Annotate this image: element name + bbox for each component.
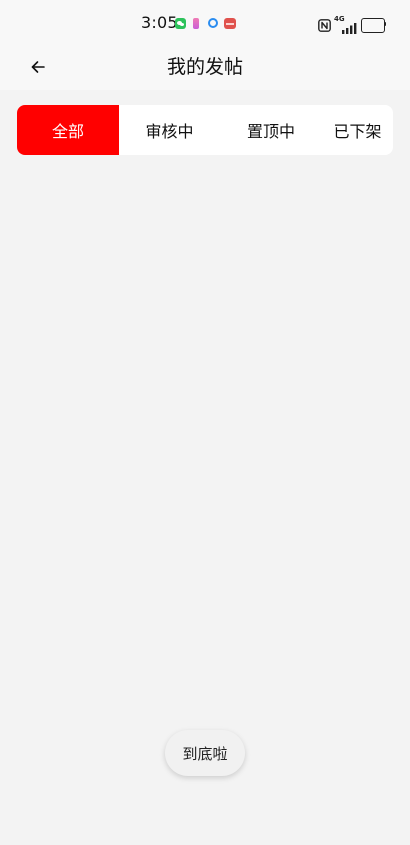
nfc-icon <box>318 17 331 32</box>
back-button[interactable] <box>22 51 54 83</box>
battery-icon <box>361 18 386 33</box>
tab-all[interactable]: 全部 <box>17 105 119 155</box>
signal-icon <box>342 19 357 34</box>
wechat-icon <box>175 18 186 29</box>
battery-tip <box>384 22 386 26</box>
tab-bar: 全部 审核中 置顶中 已下架 <box>17 105 393 155</box>
blue-ring-app-icon <box>208 18 218 28</box>
tab-under-review[interactable]: 审核中 <box>119 105 220 155</box>
post-list <box>0 165 410 715</box>
page-title: 我的发帖 <box>166 56 243 78</box>
pink-app-icon <box>193 18 199 29</box>
tab-removed[interactable]: 已下架 <box>322 105 393 155</box>
status-time: 3:05 <box>141 13 178 32</box>
end-of-list-indicator: 到底啦 <box>165 730 245 776</box>
battery-body <box>361 18 385 33</box>
arrow-left-icon <box>31 61 45 73</box>
tab-pinned[interactable]: 置顶中 <box>220 105 322 155</box>
red-app-icon <box>224 18 236 29</box>
header: 我的发帖 <box>0 44 410 90</box>
status-bar: 3:05 4G <box>0 0 410 44</box>
